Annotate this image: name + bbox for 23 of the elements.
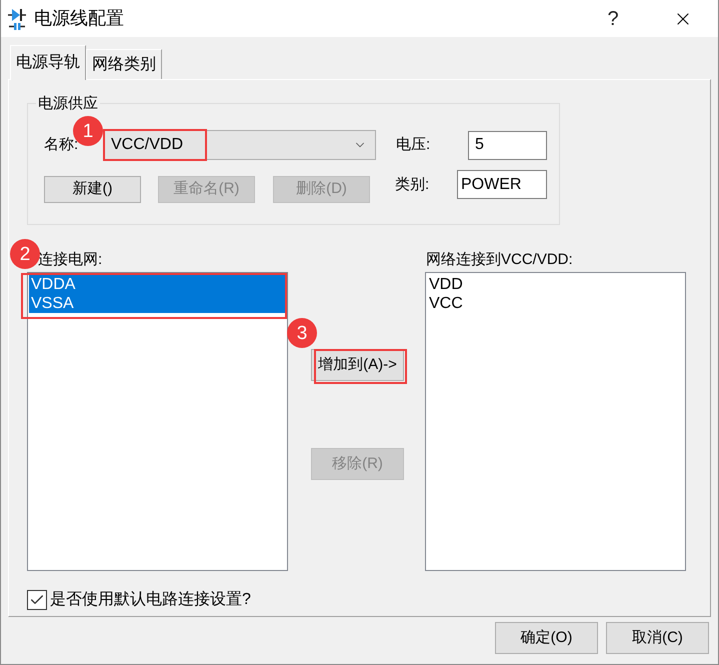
window-title: 电源线配置 — [34, 7, 124, 30]
checkbox[interactable] — [27, 590, 47, 610]
add-button[interactable]: 增加到(A)-> — [311, 349, 404, 381]
name-dropdown[interactable]: VCC/VDD — [104, 130, 376, 160]
tab[interactable]: 网络类别 — [86, 49, 162, 79]
new-button[interactable]: 新建() — [44, 176, 141, 203]
ok-button[interactable]: 确定(O) — [495, 622, 598, 654]
tab[interactable]: 电源导轨 — [10, 45, 86, 80]
circuit-symbol-icon — [8, 8, 26, 30]
list-label: 连接电网: — [37, 250, 104, 270]
field-label: 类别: — [395, 175, 430, 195]
field-label: 电压: — [396, 134, 432, 155]
step-marker: 2 — [10, 239, 40, 269]
group-title: 电源供应 — [37, 94, 99, 113]
cancel-button[interactable]: 取消(C) — [606, 622, 709, 654]
voltage-field[interactable]: 5 — [468, 130, 547, 160]
list-label: 网络连接到VCC/VDD: — [425, 250, 574, 270]
net-list-item[interactable]: VDDA — [29, 275, 285, 294]
checkbox-label: 是否使用默认电路连接设置? — [50, 590, 251, 610]
net-list-item[interactable]: VSSA — [29, 294, 285, 313]
step-marker: 3 — [287, 318, 317, 348]
help-button[interactable]: ? — [593, 4, 633, 34]
class-field[interactable]: POWER — [457, 170, 547, 199]
